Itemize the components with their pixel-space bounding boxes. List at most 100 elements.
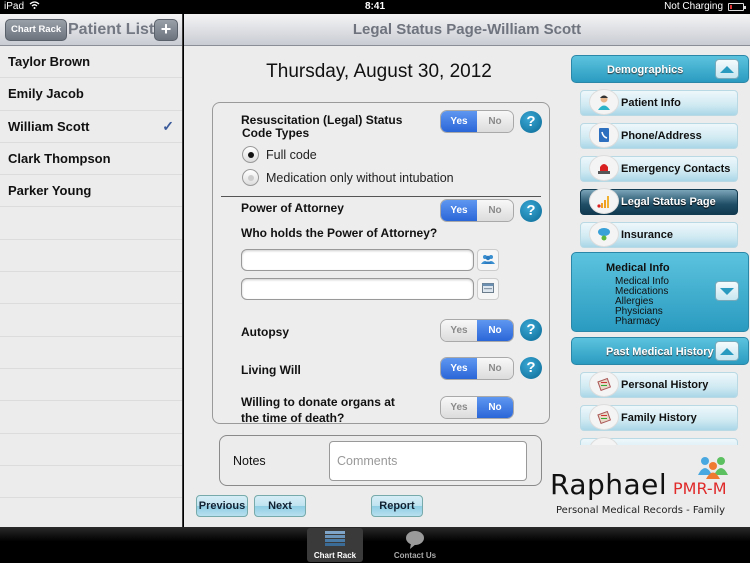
help-icon[interactable]: ? bbox=[520, 357, 542, 379]
nav-label: Personal History bbox=[621, 379, 709, 391]
patient-list-pane: Chart Rack Patient List + Taylor Brown E… bbox=[0, 14, 183, 527]
printer-icon bbox=[589, 437, 619, 445]
attorney-name-input[interactable] bbox=[241, 249, 474, 271]
yes-option[interactable]: Yes bbox=[441, 320, 477, 341]
logo-name: Raphael bbox=[550, 468, 668, 501]
chevron-down-icon bbox=[720, 287, 734, 295]
page-title: Legal Status Page-William Scott bbox=[184, 14, 750, 46]
nav-label: Insurance bbox=[621, 229, 673, 241]
full-code-radio[interactable] bbox=[242, 146, 259, 163]
tab-label: Contact Us bbox=[393, 551, 437, 560]
no-option[interactable]: No bbox=[477, 320, 513, 341]
checkmark-icon: ✓ bbox=[162, 117, 174, 134]
patient-row-selected[interactable]: William Scott ✓ bbox=[0, 111, 182, 143]
empty-row bbox=[0, 240, 182, 273]
medical-info-title: Medical Info bbox=[606, 262, 670, 274]
stack-icon bbox=[325, 531, 345, 549]
yes-option[interactable]: Yes bbox=[441, 358, 477, 379]
patient-icon bbox=[589, 89, 619, 115]
patient-name: Taylor Brown bbox=[8, 54, 91, 70]
nav-label: Patient Info bbox=[621, 97, 681, 109]
phone-book-icon bbox=[589, 122, 619, 148]
empty-row bbox=[0, 272, 182, 305]
contacts-picker-button[interactable] bbox=[477, 249, 499, 271]
nav-family-history[interactable]: Family History bbox=[580, 404, 738, 431]
legal-status-form: Resuscitation (Legal) Status Code Types … bbox=[212, 102, 550, 425]
donate-organs-toggle[interactable]: Yes No bbox=[440, 396, 514, 419]
patient-row[interactable]: Clark Thompson bbox=[0, 143, 182, 176]
comments-input[interactable]: Comments bbox=[329, 441, 527, 481]
address-card-icon bbox=[482, 280, 494, 298]
patient-name: Emily Jacob bbox=[8, 86, 84, 102]
divider bbox=[221, 196, 541, 197]
no-option[interactable]: No bbox=[477, 111, 513, 132]
autopsy-toggle[interactable]: Yes No bbox=[440, 319, 514, 342]
donate-organs-label: Willing to donate organs at bbox=[241, 395, 395, 409]
yes-option[interactable]: Yes bbox=[441, 397, 477, 418]
past-medical-history-title: Past Medical History bbox=[606, 346, 714, 358]
nav-legal-status-page[interactable]: Legal Status Page bbox=[580, 188, 738, 215]
help-icon[interactable]: ? bbox=[520, 200, 542, 222]
add-patient-button[interactable]: + bbox=[154, 19, 178, 41]
empty-row bbox=[0, 304, 182, 337]
battery-icon bbox=[728, 2, 746, 11]
medication-only-radio[interactable] bbox=[242, 169, 259, 186]
next-button[interactable]: Next bbox=[254, 495, 306, 517]
status-bar: iPad 8:41 Not Charging bbox=[0, 0, 750, 14]
nav-phone-address[interactable]: Phone/Address bbox=[580, 122, 738, 149]
patient-row[interactable]: Taylor Brown bbox=[0, 46, 182, 79]
yes-option[interactable]: Yes bbox=[441, 111, 477, 132]
empty-row bbox=[0, 369, 182, 402]
collapse-button[interactable] bbox=[715, 59, 739, 79]
help-icon[interactable]: ? bbox=[520, 111, 542, 133]
tab-contact-us[interactable]: Contact Us bbox=[387, 528, 443, 562]
report-button[interactable]: Report bbox=[371, 495, 423, 517]
attorney-detail-input[interactable] bbox=[241, 278, 474, 300]
empty-row bbox=[0, 207, 182, 240]
chart-rack-button[interactable]: Chart Rack bbox=[5, 19, 68, 41]
patient-row[interactable]: Parker Young bbox=[0, 175, 182, 208]
nav-label: Family History bbox=[621, 412, 697, 424]
living-will-toggle[interactable]: Yes No bbox=[440, 357, 514, 380]
nav-item-partial[interactable] bbox=[580, 437, 738, 445]
nav-personal-history[interactable]: Personal History bbox=[580, 371, 738, 398]
siren-icon bbox=[589, 155, 619, 181]
patient-list-title: Patient List bbox=[68, 21, 155, 38]
power-of-attorney-toggle[interactable]: Yes No bbox=[440, 199, 514, 222]
people-icon bbox=[481, 251, 495, 269]
patient-row[interactable]: Emily Jacob bbox=[0, 78, 182, 111]
empty-row bbox=[0, 401, 182, 434]
insurance-icon bbox=[589, 221, 619, 247]
expand-button[interactable] bbox=[715, 281, 739, 301]
autopsy-label: Autopsy bbox=[241, 325, 289, 339]
notes-label: Notes bbox=[233, 454, 266, 468]
nav-label: Emergency Contacts bbox=[621, 163, 731, 175]
patient-list: Taylor Brown Emily Jacob William Scott ✓ … bbox=[0, 46, 182, 499]
medical-info-header[interactable]: Medical Info Medical Info Medications Al… bbox=[571, 252, 749, 332]
past-medical-history-header[interactable]: Past Medical History bbox=[571, 337, 749, 365]
collapse-button[interactable] bbox=[715, 341, 739, 361]
bar-chart-icon bbox=[589, 188, 619, 214]
no-option[interactable]: No bbox=[477, 200, 513, 221]
previous-button[interactable]: Previous bbox=[196, 495, 248, 517]
chevron-up-icon bbox=[720, 347, 734, 355]
yes-option[interactable]: Yes bbox=[441, 200, 477, 221]
living-will-label: Living Will bbox=[241, 363, 301, 377]
donate-organs-label-line2: the time of death? bbox=[241, 411, 345, 425]
clock: 8:41 bbox=[364, 1, 385, 12]
demographics-header[interactable]: Demographics bbox=[571, 55, 749, 83]
no-option[interactable]: No bbox=[477, 397, 513, 418]
logo-product: PMR-M bbox=[673, 479, 727, 498]
tab-label: Chart Rack bbox=[313, 551, 357, 560]
resuscitation-toggle[interactable]: Yes No bbox=[440, 110, 514, 133]
nav-insurance[interactable]: Insurance bbox=[580, 221, 738, 248]
help-icon[interactable]: ? bbox=[520, 319, 542, 341]
no-option[interactable]: No bbox=[477, 358, 513, 379]
date-heading: Thursday, August 30, 2012 bbox=[266, 61, 492, 82]
tab-chart-rack[interactable]: Chart Rack bbox=[307, 528, 363, 562]
charging-status: Not Charging bbox=[664, 1, 723, 12]
nav-emergency-contacts[interactable]: Emergency Contacts bbox=[580, 155, 738, 182]
card-picker-button[interactable] bbox=[477, 278, 499, 300]
speech-bubble-icon bbox=[405, 531, 425, 551]
nav-patient-info[interactable]: Patient Info bbox=[580, 89, 738, 116]
